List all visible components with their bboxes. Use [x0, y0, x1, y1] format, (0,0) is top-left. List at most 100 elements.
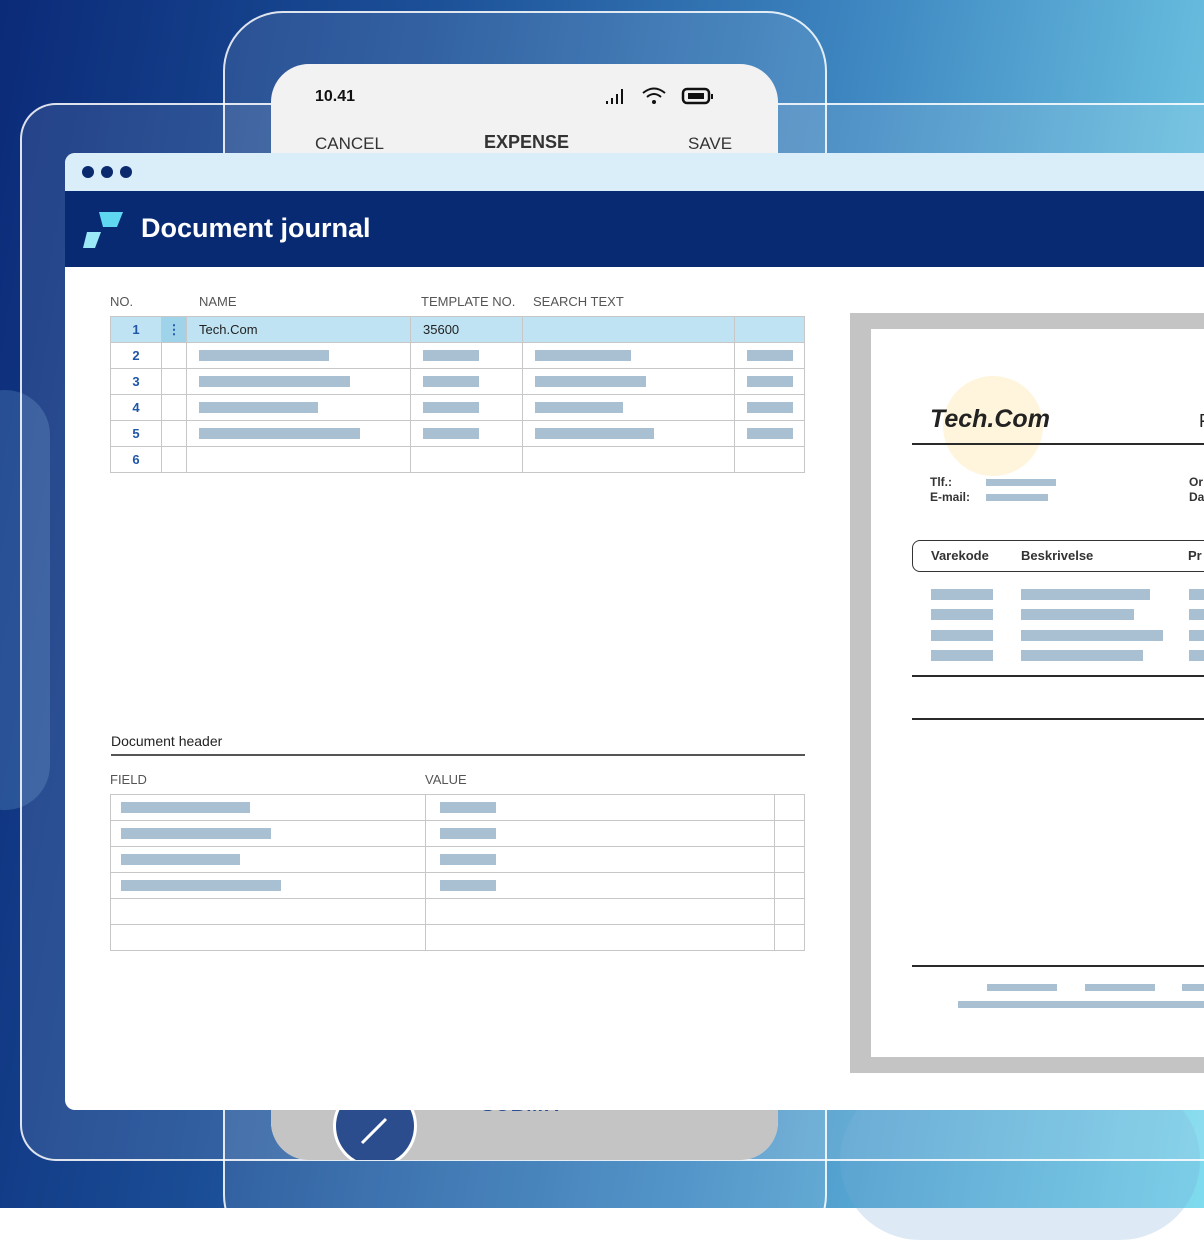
window-dot[interactable] — [101, 166, 113, 178]
table-row[interactable] — [110, 794, 805, 821]
tlf-label: Tlf.: — [930, 475, 952, 489]
placeholder-bar — [423, 376, 479, 387]
placeholder-bar — [121, 828, 271, 839]
row-extra[interactable] — [734, 342, 805, 369]
extra-cell[interactable] — [774, 794, 805, 821]
row-number: 3 — [110, 368, 162, 395]
table-row[interactable]: 1 ⋮ Tech.Com 35600 — [110, 316, 805, 343]
placeholder-bar — [535, 402, 623, 413]
phone-time: 10.41 — [315, 88, 356, 105]
expense-title: EXPENSE — [484, 132, 570, 152]
value-cell[interactable] — [424, 924, 776, 951]
value-cell[interactable] — [424, 898, 776, 925]
placeholder-bar — [1189, 609, 1204, 620]
journal-table: 1 ⋮ Tech.Com 35600 2 3 4 5 6 — [110, 316, 805, 473]
invoice-company: Tech.Com — [930, 405, 1050, 433]
column-header-field: FIELD — [110, 772, 147, 787]
placeholder-bar — [747, 402, 793, 413]
value-cell[interactable] — [424, 846, 776, 873]
row-search[interactable] — [522, 368, 735, 395]
placeholder-bar — [1021, 650, 1143, 661]
invoice-page: Tech.Com F Tlf.: E-mail: Or Da Varekode … — [871, 329, 1204, 1057]
placeholder-bar — [1189, 630, 1204, 641]
row-name[interactable] — [186, 342, 411, 369]
cancel-button[interactable]: CANCEL — [315, 134, 384, 154]
table-row[interactable] — [110, 924, 805, 951]
table-row[interactable]: 4 — [110, 394, 805, 421]
row-name[interactable] — [186, 394, 411, 421]
row-name[interactable]: Tech.Com — [186, 316, 411, 343]
field-cell[interactable] — [110, 846, 426, 873]
row-name[interactable] — [186, 368, 411, 395]
row-menu-icon[interactable]: ⋮ — [161, 316, 187, 343]
field-cell[interactable] — [110, 898, 426, 925]
table-row[interactable] — [110, 872, 805, 899]
row-template[interactable]: 35600 — [410, 316, 523, 343]
table-row[interactable]: 2 — [110, 342, 805, 369]
window-dot[interactable] — [82, 166, 94, 178]
placeholder-bar — [535, 428, 654, 439]
value-cell[interactable] — [424, 794, 776, 821]
field-cell[interactable] — [110, 794, 426, 821]
extra-cell[interactable] — [774, 898, 805, 925]
field-cell[interactable] — [110, 924, 426, 951]
row-template[interactable] — [410, 446, 523, 473]
row-template[interactable] — [410, 368, 523, 395]
table-row[interactable]: 3 — [110, 368, 805, 395]
extra-cell[interactable] — [774, 820, 805, 847]
placeholder-bar — [439, 828, 496, 839]
row-extra[interactable] — [734, 446, 805, 473]
save-button[interactable]: SAVE — [688, 134, 732, 154]
row-template[interactable] — [410, 394, 523, 421]
row-name[interactable] — [186, 420, 411, 447]
column-header-value: VALUE — [425, 772, 467, 787]
table-row[interactable]: 6 — [110, 446, 805, 473]
row-search[interactable] — [522, 342, 735, 369]
col-varekode: Varekode — [931, 548, 989, 563]
table-row[interactable] — [110, 820, 805, 847]
window-dot[interactable] — [120, 166, 132, 178]
row-menu-cell[interactable] — [161, 446, 187, 473]
placeholder-bar — [439, 802, 496, 813]
invoice-rule — [912, 718, 1204, 720]
row-extra[interactable] — [734, 420, 805, 447]
row-menu-cell[interactable] — [161, 394, 187, 421]
row-template[interactable] — [410, 420, 523, 447]
extra-cell[interactable] — [774, 872, 805, 899]
value-cell[interactable] — [424, 820, 776, 847]
row-number: 5 — [110, 420, 162, 447]
placeholder-bar — [1085, 984, 1155, 991]
row-menu-cell[interactable] — [161, 368, 187, 395]
placeholder-bar — [535, 350, 631, 361]
table-row[interactable] — [110, 846, 805, 873]
row-template[interactable] — [410, 342, 523, 369]
field-cell[interactable] — [110, 872, 426, 899]
row-search[interactable] — [522, 446, 735, 473]
placeholder-bar — [121, 802, 250, 813]
row-extra[interactable] — [734, 394, 805, 421]
column-header-search: SEARCH TEXT — [533, 294, 624, 309]
row-menu-cell[interactable] — [161, 342, 187, 369]
column-header-no: NO. — [110, 294, 134, 309]
row-search[interactable] — [522, 420, 735, 447]
section-divider — [111, 754, 805, 756]
placeholder-bar — [535, 376, 646, 387]
row-number: 1 — [110, 316, 162, 343]
value-cell[interactable] — [424, 872, 776, 899]
extra-cell[interactable] — [774, 924, 805, 951]
window-controls[interactable] — [82, 166, 132, 178]
table-row[interactable]: 5 — [110, 420, 805, 447]
placeholder-bar — [1021, 609, 1134, 620]
row-search[interactable] — [522, 394, 735, 421]
row-search[interactable] — [522, 316, 735, 343]
extra-cell[interactable] — [774, 846, 805, 873]
row-menu-cell[interactable] — [161, 420, 187, 447]
placeholder-bar — [1182, 984, 1204, 991]
row-name[interactable] — [186, 446, 411, 473]
table-row[interactable] — [110, 898, 805, 925]
row-extra[interactable] — [734, 316, 805, 343]
window-titlebar — [65, 153, 1204, 191]
app-logo-icon — [83, 212, 123, 248]
field-cell[interactable] — [110, 820, 426, 847]
row-extra[interactable] — [734, 368, 805, 395]
